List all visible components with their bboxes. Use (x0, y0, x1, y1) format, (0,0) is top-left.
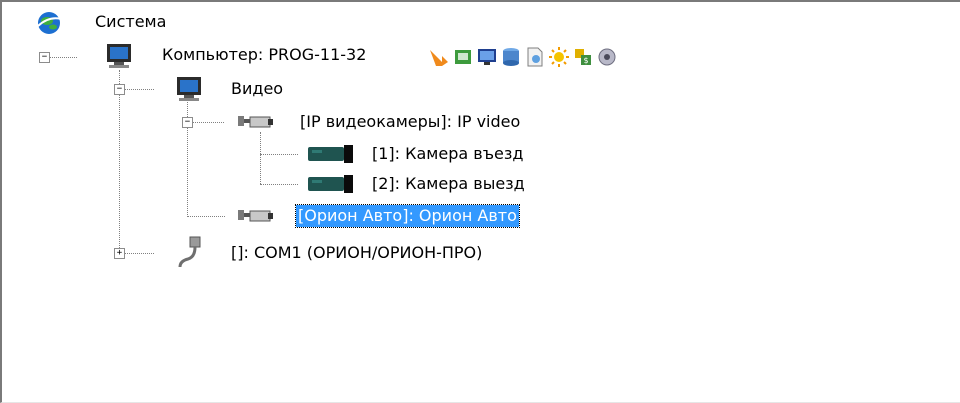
camera-icon (238, 116, 273, 128)
tree-line (260, 184, 298, 185)
tree-node-label: Компьютер: PROG-11-32 (162, 45, 367, 64)
tree-line (119, 70, 120, 252)
collapse-video-button[interactable]: − (114, 84, 125, 95)
tree-line (260, 132, 261, 184)
sun-icon[interactable] (548, 46, 570, 68)
tree-line (49, 57, 77, 58)
expand-com1-button[interactable]: + (114, 248, 125, 259)
tree-node-label: [IP видеокамеры]: IP video (300, 112, 521, 131)
database-icon[interactable] (500, 46, 522, 68)
tree-line (187, 216, 225, 217)
tools-icon[interactable]: $ (572, 46, 594, 68)
tree-view[interactable]: − − − + Система Компьютер: PROG-11-32 $ … (0, 0, 960, 403)
camera-icon (238, 210, 273, 222)
tree-node-label: [2]: Камера выезд (372, 174, 525, 193)
collapse-ip-cameras-button[interactable]: − (182, 117, 193, 128)
folder-icon[interactable] (452, 46, 474, 68)
tree-line (124, 253, 154, 254)
tree-node-label: []: COM1 (ОРИОН/ОРИОН-ПРО) (231, 243, 483, 262)
monitor-icon (177, 77, 201, 101)
tree-node-label: [1]: Камера въезд (372, 144, 524, 163)
tree-line (260, 154, 298, 155)
tree-node-label: [Орион Авто]: Орион Авто (295, 204, 520, 228)
computer-toolbar: $ (428, 44, 718, 68)
collapse-computer-button[interactable]: − (39, 52, 50, 63)
tree-line (192, 122, 224, 123)
document-icon[interactable] (524, 46, 546, 68)
computer-icon (107, 44, 131, 68)
tree-line (124, 89, 154, 90)
cable-icon (178, 236, 201, 268)
video-camera-icon (308, 145, 353, 163)
settings-icon[interactable] (596, 46, 618, 68)
monitor-icon[interactable] (476, 46, 498, 68)
arrow-icon[interactable] (428, 46, 450, 68)
video-camera-icon (308, 175, 353, 193)
tree-node-label: Видео (231, 79, 284, 98)
svg-text:$: $ (583, 56, 588, 65)
globe-icon (37, 12, 62, 34)
tree-node-label: Система (95, 12, 167, 31)
